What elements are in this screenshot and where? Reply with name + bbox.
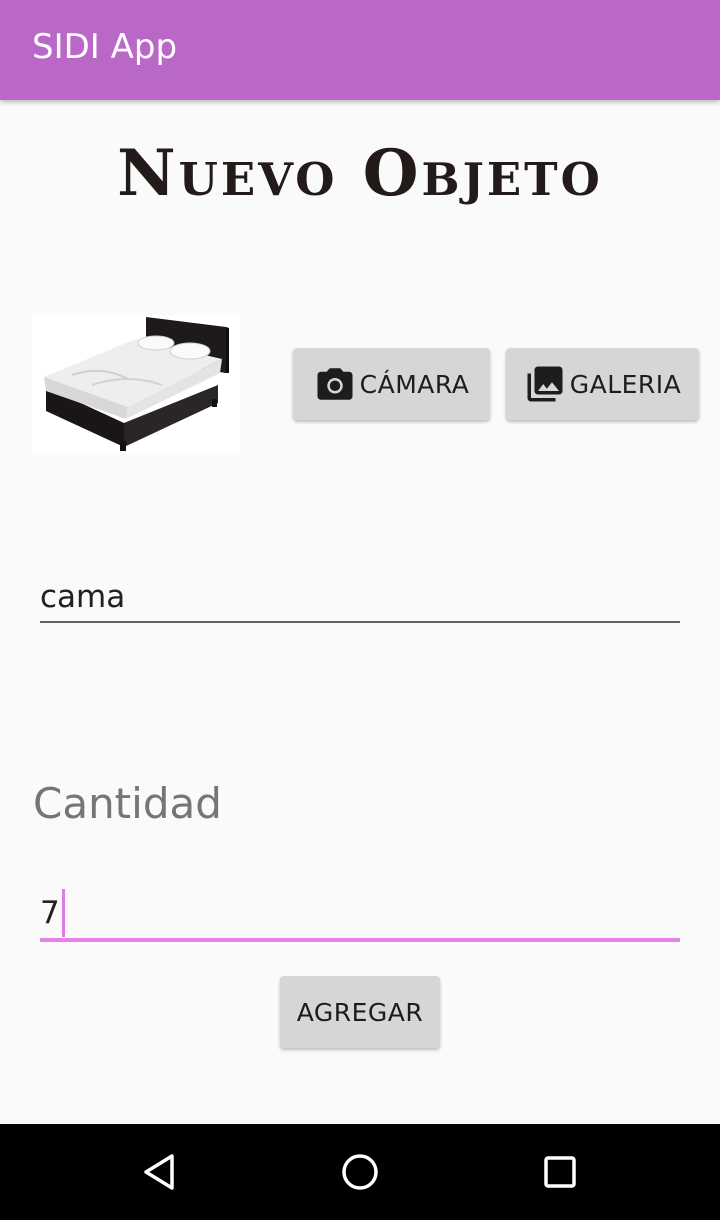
text-cursor — [61, 889, 65, 937]
page-title: Nuevo Objeto — [117, 136, 603, 211]
quantity-underline — [40, 938, 680, 942]
quantity-input[interactable]: 7 — [40, 888, 680, 938]
camera-button[interactable]: CÁMARA — [293, 348, 490, 420]
object-name-input[interactable] — [40, 572, 680, 622]
bed-icon — [44, 317, 229, 451]
app-screen: SIDI App Nuevo Objeto CÁMARA GALERIA cam… — [0, 0, 720, 1220]
object-name-underline — [40, 621, 680, 623]
camera-icon — [314, 363, 356, 405]
gallery-button-label: GALERIA — [569, 369, 682, 399]
back-triangle-icon[interactable] — [136, 1148, 184, 1196]
camera-button-label: CÁMARA — [359, 369, 470, 399]
home-circle-icon[interactable] — [336, 1148, 384, 1196]
add-button[interactable]: AGREGAR — [280, 976, 440, 1048]
app-bar: SIDI App — [0, 0, 720, 100]
app-title: SIDI App — [32, 27, 178, 67]
quantity-label: Cantidad — [33, 779, 222, 828]
gallery-button[interactable]: GALERIA — [506, 348, 699, 420]
photo-library-icon — [524, 363, 566, 405]
quantity-value: 7 — [40, 895, 60, 931]
recent-square-icon[interactable] — [536, 1148, 584, 1196]
object-photo — [32, 315, 240, 453]
system-navigation-bar — [0, 1124, 720, 1220]
